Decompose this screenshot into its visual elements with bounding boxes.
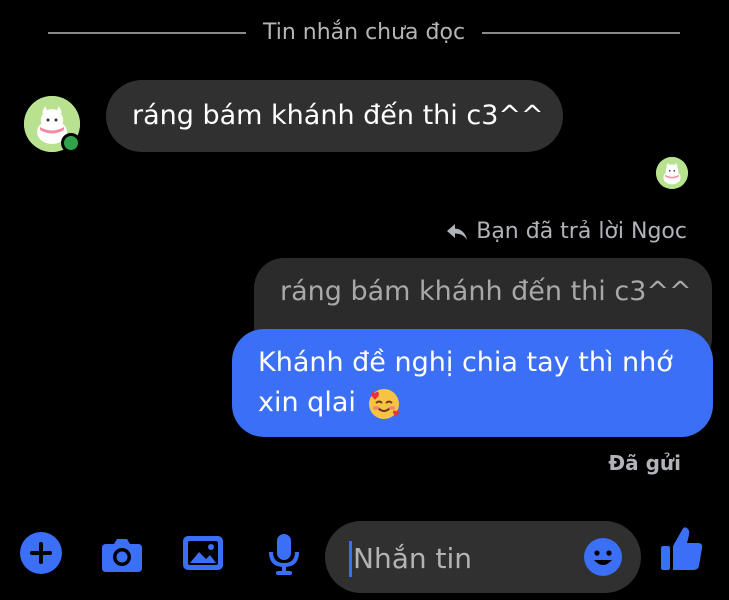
outgoing-message-line-2: xin qlai (258, 387, 356, 418)
thumbs-up-icon[interactable] (658, 524, 706, 572)
unread-divider-label: Tin nhắn chưa đọc (262, 20, 466, 45)
online-status-dot (61, 133, 81, 153)
plus-icon[interactable] (18, 530, 66, 578)
message-input[interactable] (351, 535, 585, 581)
message-composer[interactable] (325, 521, 641, 593)
reply-arrow-icon (446, 223, 468, 241)
reply-indicator: Bạn đã trả lời Ngoc (446, 214, 687, 250)
divider-line-right (482, 32, 680, 34)
outgoing-message-line-1: Khánh đề nghị chia tay thì nhớ (258, 347, 673, 378)
microphone-icon[interactable] (260, 530, 308, 578)
sent-status: Đã gửi (608, 451, 681, 475)
seen-receipt-avatar (656, 157, 688, 189)
incoming-message-bubble[interactable]: ráng bám khánh đến thi c3^^ (106, 80, 563, 152)
emoji-icon[interactable] (583, 537, 623, 577)
unread-divider: Tin nhắn chưa đọc (0, 18, 729, 48)
outgoing-message-bubble[interactable]: Khánh đề nghị chia tay thì nhớ xin qlai (232, 329, 713, 437)
image-icon[interactable] (180, 530, 228, 578)
reply-indicator-label: Bạn đã trả lời Ngoc (476, 219, 687, 244)
smiling-face-with-hearts-icon (366, 385, 402, 421)
divider-line-left (48, 32, 246, 34)
camera-icon[interactable] (98, 530, 146, 578)
